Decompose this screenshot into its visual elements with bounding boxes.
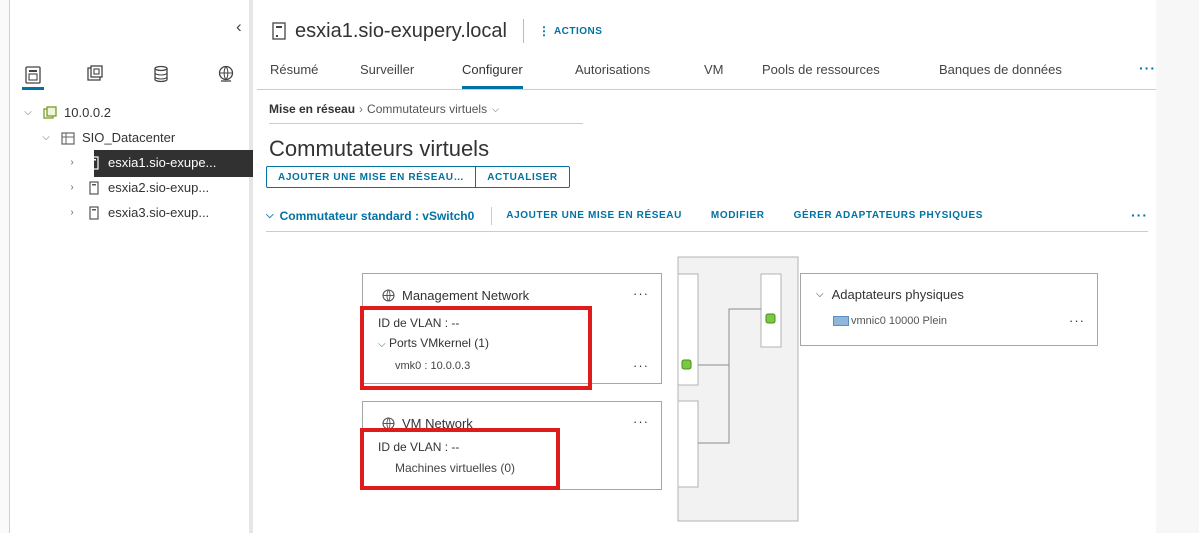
vms-templates-icon[interactable] bbox=[84, 62, 106, 86]
nic-icon bbox=[833, 316, 849, 326]
object-header: esxia1.sio-exupery.local ⋮ ACTIONS bbox=[272, 16, 602, 46]
inventory-tree: ⌵ 10.0.0.2 ⌵ SIO_Datacenter › esxia1.sio… bbox=[22, 100, 253, 225]
chevron-down-icon: ⌵ bbox=[266, 210, 274, 221]
port-group-more-button[interactable]: ··· bbox=[633, 286, 649, 301]
inventory-pane: ‹ ⌵ 10.0.0.2 ⌵ SIO_Datacenter › esxia1.s… bbox=[0, 0, 253, 533]
refresh-button[interactable]: ACTUALISER bbox=[475, 167, 568, 187]
vlan-id: ID de VLAN : -- bbox=[378, 316, 460, 330]
header-divider bbox=[522, 19, 524, 43]
chevron-right-icon[interactable]: › bbox=[66, 207, 78, 218]
main-content: esxia1.sio-exupery.local ⋮ ACTIONS Résum… bbox=[257, 0, 1156, 533]
physical-adapters-title: Adaptateurs physiques bbox=[831, 287, 964, 302]
kebab-icon: ⋮ bbox=[537, 24, 550, 38]
object-tabs: Résumé Surveiller Configurer Autorisatio… bbox=[257, 58, 1156, 90]
chevron-down-icon: ⌵ bbox=[378, 339, 386, 350]
chevron-down-icon: ⌵ bbox=[816, 289, 824, 300]
storage-icon[interactable] bbox=[150, 62, 172, 86]
tab-banques[interactable]: Banques de données bbox=[939, 62, 1062, 77]
vmkernel-ports-label: Ports VMkernel (1) bbox=[388, 336, 489, 350]
tab-configurer[interactable]: Configurer bbox=[462, 62, 523, 89]
host-icon bbox=[272, 22, 286, 40]
hosts-clusters-icon[interactable] bbox=[22, 62, 44, 90]
vmk-adapter[interactable]: vmk0 : 10.0.0.3 bbox=[395, 360, 470, 372]
tree-item-label: SIO_Datacenter bbox=[82, 130, 176, 145]
switch-title: Commutateur standard : vSwitch0 bbox=[279, 208, 475, 223]
network-icon bbox=[382, 417, 395, 430]
right-strip bbox=[1156, 0, 1199, 533]
more-tabs-button[interactable]: ··· bbox=[1139, 60, 1156, 76]
port-group-name: Management Network bbox=[402, 288, 530, 303]
port-group-title: Management Network bbox=[382, 288, 529, 303]
page-title: Commutateurs virtuels bbox=[269, 136, 490, 161]
tab-resume[interactable]: Résumé bbox=[270, 62, 318, 77]
tab-surveiller[interactable]: Surveiller bbox=[360, 62, 414, 77]
host-icon bbox=[86, 155, 102, 171]
inventory-tabs bbox=[22, 62, 242, 92]
virtual-machines-label: Machines virtuelles (0) bbox=[395, 461, 516, 475]
actions-menu-button[interactable]: ⋮ ACTIONS bbox=[538, 24, 603, 38]
object-title: esxia1.sio-exupery.local bbox=[295, 19, 507, 42]
switch-topology-diagram: Management Network ··· ID de VLAN : -- ⌵… bbox=[257, 240, 1156, 530]
tree-item-label: esxia1.sio-exupe... bbox=[108, 155, 217, 170]
chevron-right-icon[interactable]: › bbox=[66, 182, 78, 193]
port-connector-icon bbox=[681, 359, 692, 370]
switch-add-networking-link[interactable]: AJOUTER UNE MISE EN RÉSEAU bbox=[506, 210, 682, 221]
left-edge bbox=[0, 0, 10, 533]
breadcrumb-separator: › bbox=[359, 102, 364, 116]
uplink-connector-icon bbox=[765, 313, 776, 324]
port-group-management: Management Network ··· ID de VLAN : -- ⌵… bbox=[362, 273, 662, 384]
port-group-title: VM Network bbox=[382, 416, 473, 431]
add-networking-button[interactable]: AJOUTER UNE MISE EN RÉSEAU… bbox=[267, 167, 475, 187]
breadcrumb-section[interactable]: Mise en réseau bbox=[269, 102, 355, 116]
physical-adapter-row[interactable]: vmnic0 10000 Plein bbox=[833, 315, 947, 327]
vmk-more-button[interactable]: ··· bbox=[633, 358, 649, 373]
network-icon bbox=[382, 289, 395, 302]
tree-item-vcenter[interactable]: ⌵ 10.0.0.2 bbox=[22, 100, 253, 125]
vsphere-client: ‹ ⌵ 10.0.0.2 ⌵ SIO_Datacenter › esxia1.s… bbox=[0, 0, 1199, 533]
actions-label: ACTIONS bbox=[553, 25, 603, 37]
breadcrumb-divider bbox=[269, 123, 583, 124]
tab-pools[interactable]: Pools de ressources bbox=[762, 62, 880, 77]
physical-adapter-label: vmnic0 10000 Plein bbox=[851, 315, 948, 327]
breadcrumb: Mise en réseau › Commutateurs virtuels ⌵ bbox=[269, 102, 499, 116]
chevron-down-icon[interactable]: ⌵ bbox=[22, 107, 34, 118]
switch-more-button[interactable]: ··· bbox=[1131, 207, 1148, 223]
tree-item-host-esxia2[interactable]: › esxia2.sio-exup... bbox=[22, 175, 253, 200]
tab-autorisations[interactable]: Autorisations bbox=[575, 62, 650, 77]
vmkernel-ports-toggle[interactable]: ⌵ Ports VMkernel (1) bbox=[378, 336, 489, 350]
host-icon bbox=[86, 180, 102, 196]
physical-adapters-card: ⌵ Adaptateurs physiques vmnic0 10000 Ple… bbox=[800, 273, 1098, 346]
port-group-vm-network: VM Network ··· ID de VLAN : -- Machines … bbox=[362, 401, 662, 490]
networking-icon[interactable] bbox=[215, 62, 237, 86]
switch-edit-link[interactable]: MODIFIER bbox=[711, 210, 765, 221]
vlan-id: ID de VLAN : -- bbox=[378, 440, 460, 454]
manage-physical-adapters-link[interactable]: GÉRER ADAPTATEURS PHYSIQUES bbox=[794, 210, 983, 221]
tree-item-label: esxia3.sio-exup... bbox=[108, 205, 210, 220]
chevron-right-icon[interactable]: › bbox=[66, 157, 78, 168]
chevron-down-icon[interactable]: ⌵ bbox=[492, 104, 499, 115]
tree-item-label: 10.0.0.2 bbox=[64, 105, 111, 120]
host-icon bbox=[86, 205, 102, 221]
switch-divider bbox=[491, 206, 493, 225]
vcenter-icon bbox=[42, 105, 58, 121]
chevron-down-icon[interactable]: ⌵ bbox=[40, 132, 52, 143]
tab-vm[interactable]: VM bbox=[704, 62, 724, 77]
tree-item-host-esxia3[interactable]: › esxia3.sio-exup... bbox=[22, 200, 253, 225]
tree-item-host-esxia1[interactable]: › esxia1.sio-exupe... bbox=[22, 150, 253, 177]
datacenter-icon bbox=[60, 130, 76, 146]
breadcrumb-current[interactable]: Commutateurs virtuels bbox=[367, 102, 487, 116]
collapse-pane-chevron-left-icon[interactable]: ‹ bbox=[236, 18, 242, 35]
tree-item-datacenter[interactable]: ⌵ SIO_Datacenter bbox=[22, 125, 253, 150]
tree-item-label: esxia2.sio-exup... bbox=[108, 180, 210, 195]
switch-header: ⌵ Commutateur standard : vSwitch0 AJOUTE… bbox=[266, 200, 1148, 232]
port-group-name: VM Network bbox=[402, 416, 473, 431]
port-group-more-button[interactable]: ··· bbox=[633, 414, 649, 429]
adapter-more-button[interactable]: ··· bbox=[1069, 313, 1085, 328]
switch-toggle[interactable]: ⌵ Commutateur standard : vSwitch0 bbox=[266, 209, 474, 223]
physical-adapters-toggle[interactable]: ⌵ Adaptateurs physiques bbox=[816, 287, 964, 302]
toolbar-button-group: AJOUTER UNE MISE EN RÉSEAU… ACTUALISER bbox=[266, 166, 570, 188]
